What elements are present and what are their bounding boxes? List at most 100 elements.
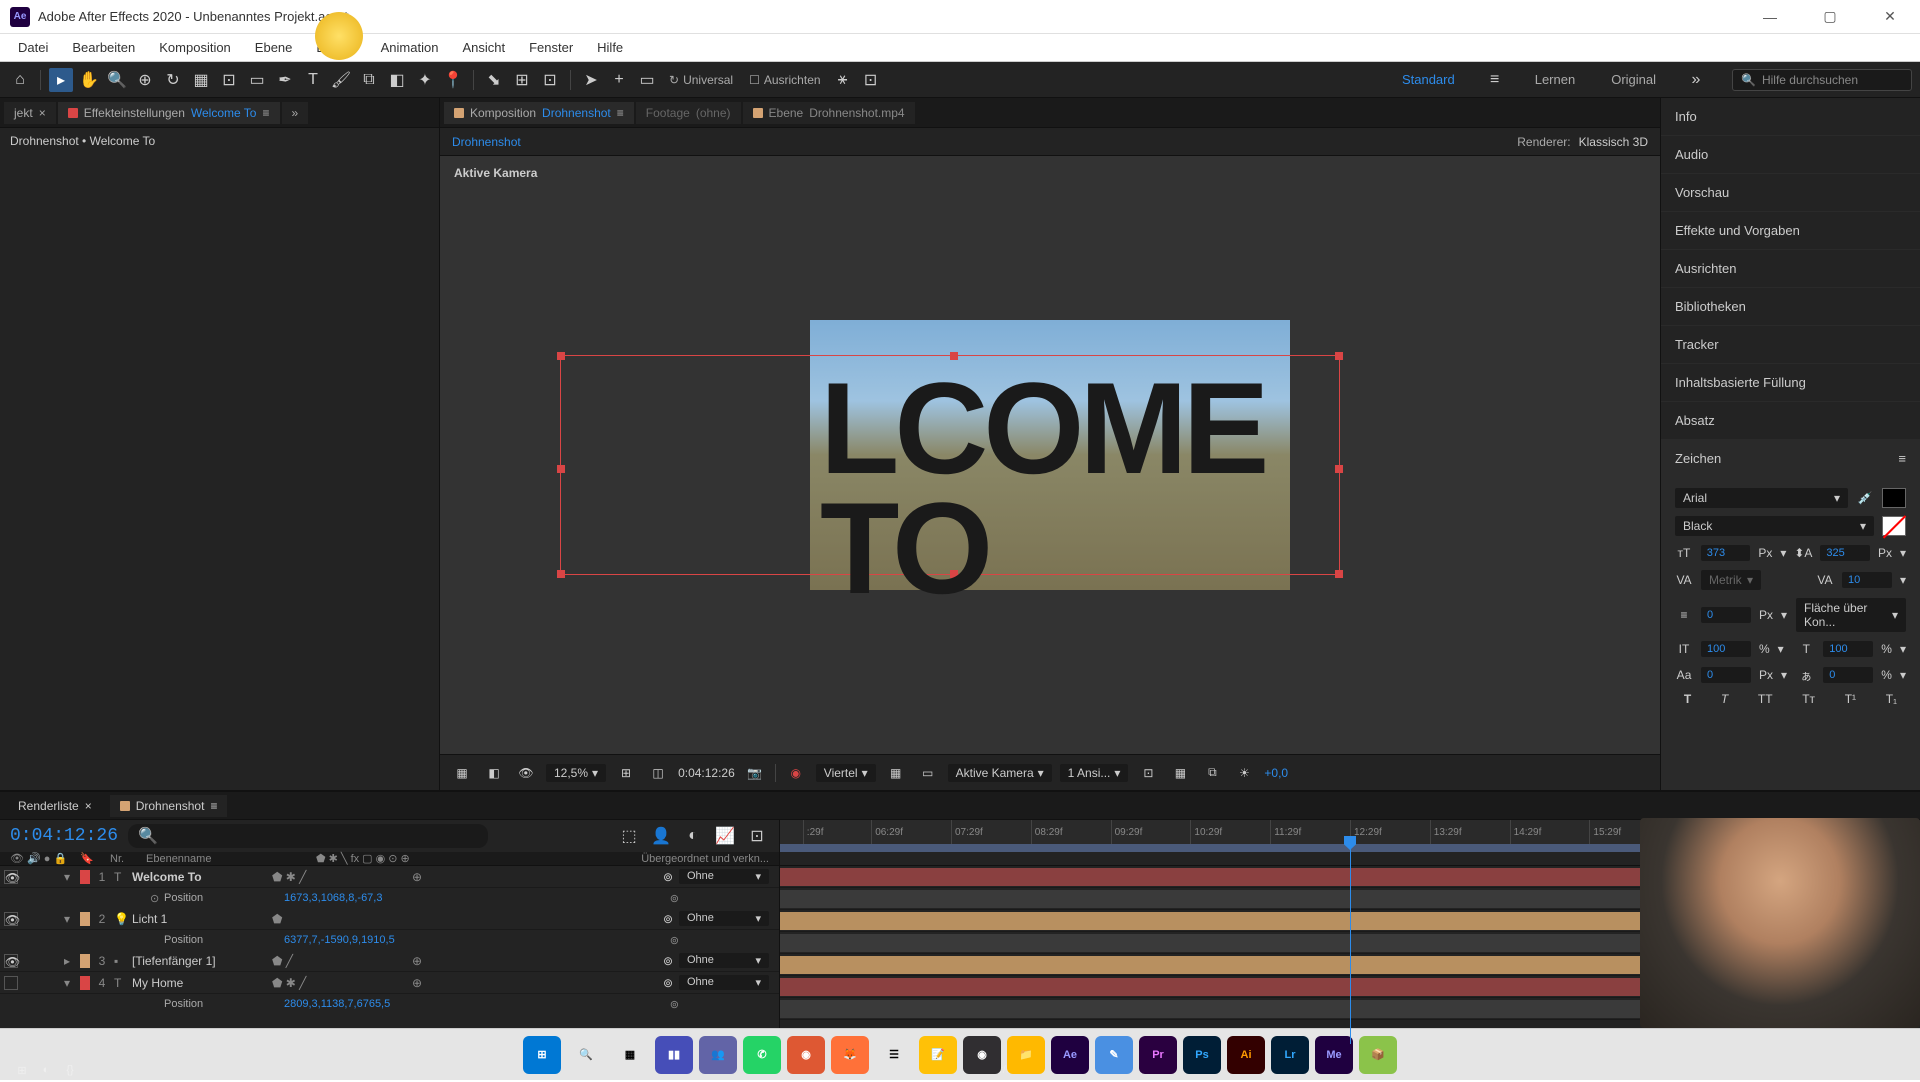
menu-animation[interactable]: Animation (371, 36, 449, 59)
rect-icon[interactable]: ▭ (635, 68, 659, 92)
renderer-value[interactable]: Klassisch 3D (1579, 135, 1648, 149)
fill-color-swatch[interactable] (1882, 488, 1906, 508)
workspace-original[interactable]: Original (1603, 68, 1664, 92)
menu-komposition[interactable]: Komposition (149, 36, 241, 59)
tb-whatsapp[interactable]: ✆ (743, 1036, 781, 1074)
project-tab[interactable]: jekt × (4, 102, 56, 124)
tl-graph-icon[interactable]: 📈 (713, 824, 737, 848)
tb-ai[interactable]: Ai (1227, 1036, 1265, 1074)
rotate-tool[interactable]: ↻ (161, 68, 185, 92)
rp-fuellung[interactable]: Inhaltsbasierte Füllung (1661, 364, 1920, 402)
pickwhip-icon[interactable]: ⊚ (663, 954, 673, 968)
home-button[interactable]: ⌂ (8, 68, 32, 92)
vc-transparency-icon[interactable]: ▦ (884, 761, 908, 785)
rp-audio[interactable]: Audio (1661, 136, 1920, 174)
comp-name[interactable]: Drohnenshot (452, 135, 521, 149)
pen-tool[interactable]: ✒ (273, 68, 297, 92)
parent-dropdown[interactable]: Ohne▾ (679, 975, 769, 990)
layer-row-2[interactable]: 👁 ▾ 2 💡 Licht 1 ⬟ ⊚Ohne▾ (0, 908, 779, 930)
camera-tool[interactable]: ▦ (189, 68, 213, 92)
layer-color-swatch[interactable] (80, 954, 90, 968)
vc-pixel-icon[interactable]: ⊡ (1136, 761, 1160, 785)
arrow-icon[interactable]: ➤ (579, 68, 603, 92)
vscale-input[interactable]: 100 (1701, 641, 1751, 657)
hand-tool[interactable]: ✋ (77, 68, 101, 92)
parent-dropdown[interactable]: Ohne▾ (679, 869, 769, 884)
help-search[interactable]: 🔍 Hilfe durchsuchen (1732, 69, 1912, 91)
pickwhip-icon[interactable]: ⊚ (663, 870, 673, 884)
vc-grid-icon[interactable]: ⊞ (614, 761, 638, 785)
subscript-button[interactable]: T₁ (1886, 692, 1897, 706)
vc-3d-icon[interactable]: ⧉ (1200, 761, 1224, 785)
tb-brave[interactable]: ◉ (787, 1036, 825, 1074)
menu-bearbeiten[interactable]: Bearbeiten (62, 36, 145, 59)
leading-input[interactable]: 325 (1820, 545, 1870, 561)
effect-controls-tab[interactable]: Effekteinstellungen Welcome To ≡ (58, 102, 280, 124)
rp-bibliotheken[interactable]: Bibliotheken (1661, 288, 1920, 326)
comp-tab[interactable]: Komposition Drohnenshot ≡ (444, 102, 634, 124)
pickwhip-icon[interactable]: ⊚ (663, 912, 673, 926)
clone-tool[interactable]: ⧉ (357, 68, 381, 92)
footage-tab[interactable]: Footage (ohne) (636, 102, 741, 124)
tb-app1[interactable]: ☰ (875, 1036, 913, 1074)
allcaps-button[interactable]: TT (1758, 692, 1773, 706)
menu-ansicht[interactable]: Ansicht (452, 36, 515, 59)
vc-fast-icon[interactable]: ▦ (1168, 761, 1192, 785)
brush-tool[interactable]: 🖌 (329, 68, 353, 92)
tb-lr[interactable]: Lr (1271, 1036, 1309, 1074)
kerning-dropdown[interactable]: Metrik▾ (1701, 570, 1761, 590)
italic-button[interactable]: T (1721, 692, 1728, 706)
snap-icon[interactable]: ⚹ (831, 68, 855, 92)
views-dropdown[interactable]: 1 Ansi... ▾ (1060, 764, 1129, 782)
menu-datei[interactable]: Datei (8, 36, 58, 59)
menu-ebene[interactable]: Ebene (245, 36, 303, 59)
viewer-timecode[interactable]: 0:04:12:26 (678, 766, 735, 780)
panel-more[interactable]: » (282, 102, 309, 124)
selection-tool[interactable]: ▸ (49, 68, 73, 92)
pan-behind-tool[interactable]: ⊡ (217, 68, 241, 92)
visibility-toggle[interactable]: 👁 (4, 870, 18, 884)
tb-editor[interactable]: ✎ (1095, 1036, 1133, 1074)
smallcaps-button[interactable]: Tт (1802, 692, 1815, 706)
eraser-tool[interactable]: ◧ (385, 68, 409, 92)
rp-absatz[interactable]: Absatz (1661, 402, 1920, 440)
tb-teams[interactable]: 👥 (699, 1036, 737, 1074)
type-tool[interactable]: T (301, 68, 325, 92)
layer-color-swatch[interactable] (80, 912, 90, 926)
universal-check[interactable]: ↻ Universal (669, 73, 733, 87)
zoom-tool[interactable]: 🔍 (105, 68, 129, 92)
vc-res-icon[interactable]: ◧ (482, 761, 506, 785)
minimize-button[interactable]: — (1750, 2, 1790, 32)
tb-ae[interactable]: Ae (1051, 1036, 1089, 1074)
rp-effekte[interactable]: Effekte und Vorgaben (1661, 212, 1920, 250)
tracking-input[interactable]: 10 (1842, 572, 1892, 588)
vc-magnify-icon[interactable]: ▦ (450, 761, 474, 785)
vc-guide-icon[interactable]: ◫ (646, 761, 670, 785)
orbit-tool[interactable]: ⊕ (133, 68, 157, 92)
timeline-search[interactable]: 🔍 (128, 824, 488, 848)
vc-region-icon[interactable]: ▭ (916, 761, 940, 785)
workspace-lernen[interactable]: Lernen (1527, 68, 1583, 92)
tl-snap-icon[interactable]: ⊡ (745, 824, 769, 848)
tl-comp-tab[interactable]: Drohnenshot ≡ (110, 795, 228, 817)
maximize-button[interactable]: ▢ (1810, 2, 1850, 32)
timeline-timecode[interactable]: 0:04:12:26 (10, 826, 118, 846)
font-family-dropdown[interactable]: Arial▾ (1675, 488, 1848, 508)
stroke-width-input[interactable]: 0 (1701, 607, 1751, 623)
bold-button[interactable]: T (1684, 692, 1691, 706)
rp-info[interactable]: Info (1661, 98, 1920, 136)
workspace-menu-icon[interactable]: ≡ (1483, 68, 1507, 92)
superscript-button[interactable]: T¹ (1845, 692, 1856, 706)
tb-ps[interactable]: Ps (1183, 1036, 1221, 1074)
tb-notes[interactable]: 📝 (919, 1036, 957, 1074)
vc-mask-icon[interactable]: 👁 (514, 761, 538, 785)
workspace-standard[interactable]: Standard (1394, 68, 1463, 92)
menu-effekte[interactable]: Effekte (306, 36, 366, 59)
visibility-toggle[interactable] (4, 976, 18, 990)
tb-pr[interactable]: Pr (1139, 1036, 1177, 1074)
parent-dropdown[interactable]: Ohne▾ (679, 911, 769, 926)
layer-color-swatch[interactable] (80, 976, 90, 990)
pickwhip-icon[interactable]: ⊚ (663, 976, 673, 990)
fill-mode-dropdown[interactable]: Fläche über Kon...▾ (1796, 598, 1906, 632)
tb-me[interactable]: Me (1315, 1036, 1353, 1074)
